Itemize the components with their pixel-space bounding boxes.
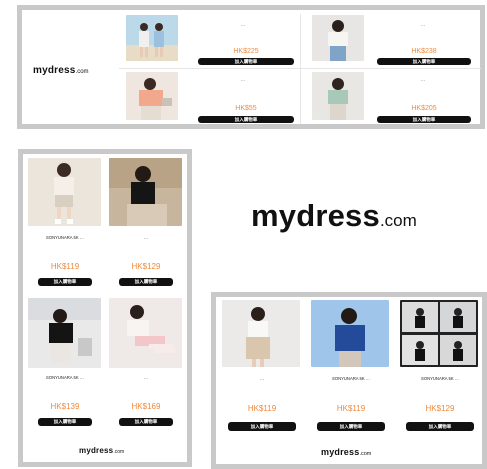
add-to-cart-button[interactable]: 加入購物車 (406, 422, 474, 431)
product-title: … (240, 77, 246, 82)
brand-logo[interactable]: mydress.com (321, 447, 371, 457)
left-banner: SONYUNARA 5K … HK$119 加入購物車 … HK$129 加入購… (18, 149, 192, 467)
product-image[interactable] (311, 300, 389, 367)
product-price: HK$129 (131, 262, 161, 271)
add-to-cart-button[interactable]: 加入購物車 (198, 116, 294, 123)
product-price: HK$139 (50, 402, 80, 411)
product-price: HK$55 (235, 105, 257, 112)
product-card[interactable]: … HK$119 加入購物車 (220, 300, 304, 440)
product-title: … (420, 77, 426, 82)
product-title: SONYUNARA 5K … (332, 376, 370, 381)
add-to-cart-button[interactable]: 加入購物車 (38, 418, 92, 426)
product-card[interactable]: SONYUNARA 5K … HK$139 加入購物車 (27, 298, 103, 436)
product-image[interactable] (222, 300, 300, 367)
product-image[interactable] (126, 72, 178, 120)
product-card[interactable]: SONYUNARA 5K … HK$129 加入購物車 (398, 300, 482, 440)
product-title: … (420, 22, 426, 27)
product-title: … (259, 376, 265, 381)
product-image[interactable] (312, 15, 364, 61)
add-to-cart-button[interactable]: 加入購物車 (317, 422, 385, 431)
product-image[interactable] (28, 158, 101, 226)
product-price: HK$119 (247, 404, 277, 413)
add-to-cart-button[interactable]: 加入購物車 (377, 116, 471, 123)
product-image[interactable] (109, 298, 182, 368)
product-image[interactable] (28, 298, 101, 368)
product-image[interactable] (109, 158, 182, 226)
product-title: … (143, 375, 149, 380)
product-price: HK$119 (336, 404, 366, 413)
product-price: HK$129 (425, 404, 455, 413)
product-card[interactable]: SONYUNARA 5K … HK$119 加入購物車 (27, 158, 103, 296)
brand-logo[interactable]: mydress.com (251, 198, 417, 234)
add-to-cart-button[interactable]: 加入購物車 (38, 278, 92, 286)
product-price: HK$205 (411, 105, 437, 112)
product-title: … (240, 22, 246, 27)
product-card[interactable]: SONYUNARA 5K … HK$119 加入購物車 (309, 300, 393, 440)
product-price: HK$225 (233, 48, 259, 55)
product-card[interactable]: … HK$129 加入購物車 (108, 158, 184, 296)
product-card[interactable]: … HK$169 加入購物車 (108, 298, 184, 436)
product-price: HK$169 (131, 402, 161, 411)
product-card[interactable]: … HK$225 加入購物車 (126, 15, 296, 65)
product-card[interactable]: … HK$205 加入購物車 (307, 72, 477, 124)
bottom-banner: … HK$119 加入購物車 SONYUNARA 5K … HK$119 加入購… (211, 292, 487, 469)
add-to-cart-button[interactable]: 加入購物車 (119, 418, 173, 426)
add-to-cart-button[interactable]: 加入購物車 (119, 278, 173, 286)
brand-logo[interactable]: mydress.com (79, 446, 124, 455)
add-to-cart-button[interactable]: 加入購物車 (377, 58, 471, 65)
product-title: SONYUNARA 5K … (46, 235, 84, 240)
product-title: … (143, 235, 149, 240)
product-image[interactable] (312, 72, 364, 120)
add-to-cart-button[interactable]: 加入購物車 (198, 58, 294, 65)
product-image[interactable] (126, 15, 178, 61)
brand-logo[interactable]: mydress.com (33, 65, 89, 76)
product-title: SONYUNARA 5K … (46, 375, 84, 380)
top-banner: mydress.com … HK$225 加入購物車 … HK$238 加入購物… (17, 5, 485, 129)
add-to-cart-button[interactable]: 加入購物車 (228, 422, 296, 431)
column-divider (300, 14, 301, 124)
product-image[interactable] (400, 300, 478, 367)
product-price: HK$238 (411, 48, 437, 55)
product-title: SONYUNARA 5K … (421, 376, 459, 381)
product-card[interactable]: … HK$238 加入購物車 (307, 15, 477, 65)
product-price: HK$119 (50, 262, 80, 271)
product-card[interactable]: … HK$55 加入購物車 (126, 72, 296, 124)
